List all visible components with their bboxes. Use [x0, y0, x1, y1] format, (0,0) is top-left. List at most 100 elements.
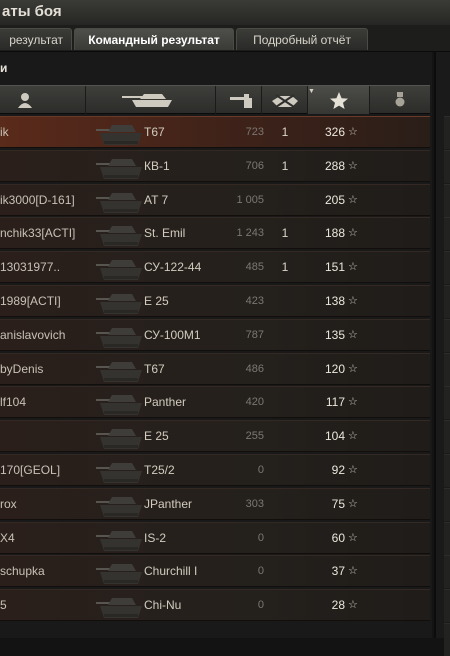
xp-value: 75 [331, 496, 345, 511]
vehicle-icon [96, 564, 142, 585]
vehicle-icon [96, 226, 142, 247]
player-name: rox [0, 496, 17, 511]
xp-star-icon: ☆ [348, 531, 358, 544]
enemy-row-edge [444, 183, 450, 217]
damage-value: 723 [245, 126, 264, 138]
table-row[interactable]: anislavovich СУ-100М1 787 135 ☆ [0, 318, 430, 351]
vehicle-icon [96, 327, 142, 348]
vehicle-name: JPanther [144, 496, 193, 511]
vehicle-name: AT 7 [144, 192, 169, 207]
xp-star-icon: ☆ [348, 159, 358, 172]
kills-value: 1 [281, 260, 289, 275]
vehicle-name: E 25 [144, 293, 169, 308]
player-name: anislavovich [0, 327, 66, 342]
table-row[interactable]: ik T67 723 1 326 ☆ [0, 116, 430, 148]
damage-value: 303 [245, 497, 264, 510]
damage-value: 420 [245, 396, 264, 409]
table-row[interactable]: 13031977.. СУ-122-44 485 1 151 ☆ [0, 251, 430, 284]
xp-value: 60 [331, 530, 345, 545]
player-name: ik [0, 125, 9, 139]
xp-star-icon: ☆ [348, 294, 358, 307]
vehicle-icon [96, 192, 142, 213]
window-title: аты боя [2, 3, 62, 20]
xp-star-icon: ☆ [348, 497, 358, 510]
player-name: 170[GEOL] [0, 462, 61, 477]
vehicle-name: T67 [144, 361, 165, 376]
table-row[interactable]: 1989[ACTI] E 25 423 138 ☆ [0, 284, 430, 317]
column-xp[interactable] [308, 86, 370, 114]
vehicle-name: T67 [144, 125, 165, 139]
xp-star-icon: ☆ [348, 430, 358, 443]
medal-icon [395, 92, 405, 107]
damage-value: 787 [245, 328, 264, 341]
table-row[interactable]: byDenis T67 486 120 ☆ [0, 352, 430, 385]
enemy-row-edge [444, 386, 450, 420]
xp-value: 92 [331, 462, 345, 477]
kills-value: 1 [281, 226, 289, 241]
column-vehicle[interactable] [86, 86, 216, 114]
enemy-row-edge [444, 623, 450, 656]
enemy-panel-edge [434, 52, 450, 656]
xp-star-icon: ☆ [348, 565, 358, 578]
player-name: X4 [0, 530, 15, 545]
tab-team-result[interactable]: Командный результат [74, 28, 234, 50]
column-kills[interactable] [262, 86, 308, 114]
xp-value: 104 [324, 429, 345, 444]
table-row[interactable]: nchik33[ACTI] St. Emil 1 243 1 188 ☆ [0, 217, 430, 250]
tab-result[interactable]: результат [0, 28, 72, 50]
xp-value: 28 [331, 598, 345, 613]
xp-star-icon: ☆ [348, 261, 358, 274]
enemy-row-edge [444, 589, 450, 623]
table-row[interactable]: schupka Churchill I 0 37 ☆ [0, 555, 430, 588]
table-row[interactable]: 170[GEOL] T25/2 0 92 ☆ [0, 453, 430, 486]
table-row[interactable]: КВ-1 706 1 288 ☆ [0, 149, 430, 182]
sort-down-icon: ▼ [308, 88, 315, 95]
table-row[interactable]: ik3000[D-161] AT 7 1 005 205 ☆ [0, 183, 430, 216]
table-row[interactable]: 5 Chi-Nu 0 28 ☆ [0, 589, 430, 622]
xp-value: 326 [324, 125, 345, 139]
xp-value: 138 [324, 293, 345, 308]
tab-detailed-report[interactable]: Подробный отчёт [236, 28, 368, 50]
xp-star-icon: ☆ [348, 396, 358, 409]
damage-value: 0 [257, 531, 264, 544]
column-player[interactable] [0, 86, 86, 114]
damage-gun-icon [230, 94, 252, 108]
damage-value: 0 [257, 565, 264, 578]
xp-star-icon: ☆ [348, 328, 358, 341]
xp-value: 37 [331, 564, 345, 579]
xp-star-icon: ☆ [348, 599, 358, 612]
table-row[interactable]: X4 IS-2 0 60 ☆ [0, 521, 430, 554]
vehicle-name: St. Emil [144, 226, 186, 241]
vehicle-name: IS-2 [144, 530, 167, 545]
vehicle-name: КВ-1 [144, 158, 170, 173]
enemy-row-edge [444, 420, 450, 454]
column-damage[interactable] [216, 86, 262, 114]
xp-value: 288 [324, 158, 345, 173]
table-row[interactable]: E 25 255 104 ☆ [0, 420, 430, 453]
vehicle-name: Panther [144, 395, 187, 410]
vehicle-icon [96, 429, 142, 450]
vehicle-icon [96, 462, 142, 483]
enemy-row-edge [444, 217, 450, 251]
table-row[interactable]: lf104 Panther 420 117 ☆ [0, 386, 430, 419]
player-name: nchik33[ACTI] [0, 226, 76, 241]
vehicle-icon [96, 395, 142, 416]
player-name: 5 [0, 598, 7, 613]
enemy-row-edge [444, 285, 450, 318]
vehicle-icon [96, 158, 142, 179]
kills-value: 1 [281, 125, 289, 139]
player-name: lf104 [0, 395, 27, 410]
xp-value: 151 [324, 260, 345, 275]
xp-star-icon: ☆ [348, 193, 358, 206]
xp-value: 135 [324, 327, 345, 342]
damage-value: 0 [257, 599, 264, 612]
vehicle-name: СУ-100М1 [144, 327, 201, 342]
vehicle-icon [96, 496, 142, 517]
damage-value: 706 [245, 159, 264, 172]
xp-value: 117 [325, 395, 345, 410]
damage-value: 1 243 [236, 227, 264, 240]
table-row[interactable]: rox JPanther 303 75 ☆ [0, 487, 430, 520]
column-medals[interactable] [370, 86, 430, 114]
damage-value: 485 [245, 261, 264, 274]
damage-value: 486 [245, 362, 264, 375]
